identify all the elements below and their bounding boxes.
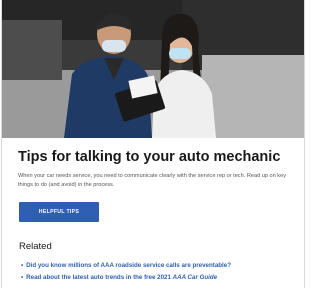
helpful-tips-button[interactable]: HELPFUL TIPS — [19, 202, 99, 222]
related-link-car-guide[interactable]: Read about the latest auto trends in the… — [26, 274, 217, 281]
hero-image — [2, 0, 304, 138]
article-description: When your car needs service, you need to… — [18, 173, 287, 188]
related-heading: Related — [19, 241, 52, 252]
related-links-list: • Did you know millions of AAA roadside s… — [21, 260, 231, 284]
bullet-icon: • — [21, 262, 24, 269]
article-card: Tips for talking to your auto mechanic W… — [1, 0, 305, 288]
related-link-car-guide-text: Read about the latest auto trends in the… — [26, 274, 173, 281]
related-link-roadside[interactable]: Did you know millions of AAA roadside se… — [26, 262, 231, 269]
bullet-icon: • — [21, 274, 24, 281]
article-title: Tips for talking to your auto mechanic — [18, 149, 281, 165]
mechanic-photo — [2, 0, 304, 138]
related-link-car-guide-italic: AAA Car Guide — [172, 274, 218, 281]
related-link-item[interactable]: • Read about the latest auto trends in th… — [21, 272, 231, 284]
related-link-item[interactable]: • Did you know millions of AAA roadside s… — [21, 260, 231, 272]
